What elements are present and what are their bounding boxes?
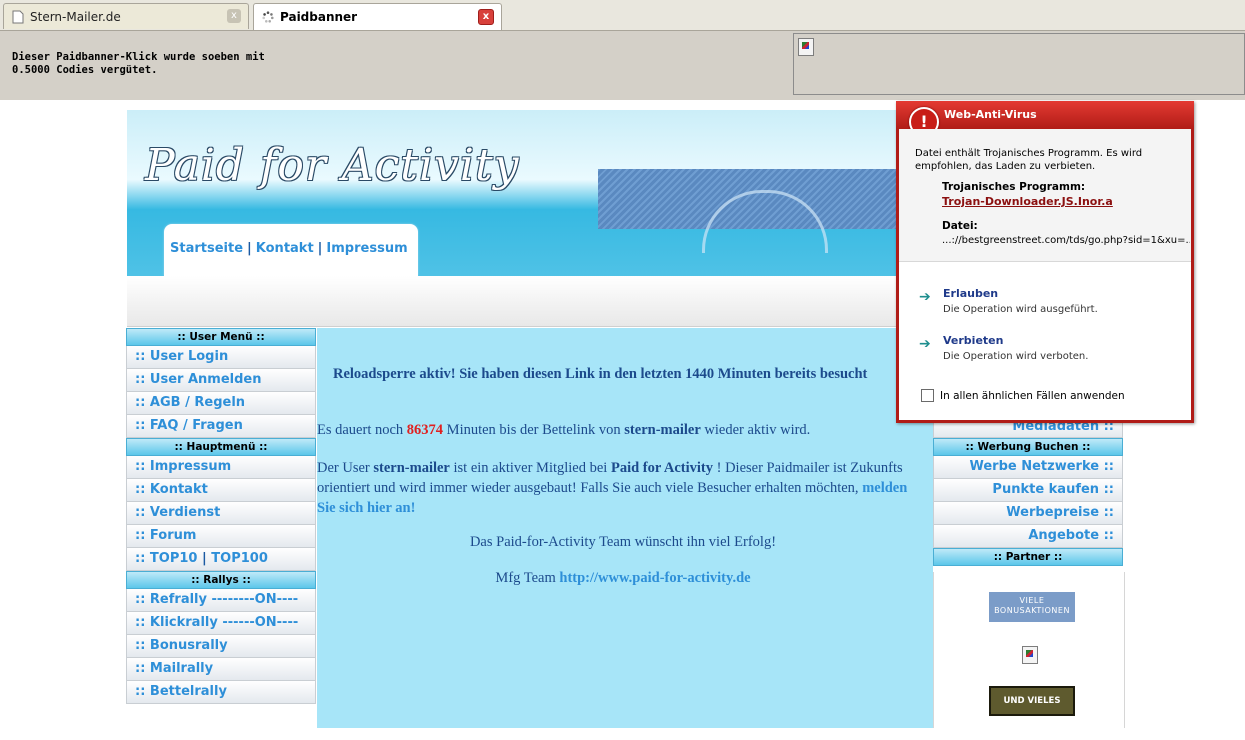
file-path: ...://bestgreenstreet.com/tds/go.php?sid… xyxy=(942,235,1190,246)
message-line: 0.5000 Codies vergütet. xyxy=(12,64,158,76)
loading-spinner-icon xyxy=(262,11,274,23)
menu-top-lists: :: TOP10 | TOP100 xyxy=(126,548,316,571)
nav-separator: | xyxy=(247,241,252,256)
deny-title[interactable]: Verbieten xyxy=(943,334,1003,347)
site-header: Paid for Activity Startseite | Kontakt | Imp… xyxy=(127,110,897,276)
menu-werbe-netzwerke[interactable]: Werbe Netzwerke :: xyxy=(933,456,1123,479)
menu-top10-link[interactable]: :: TOP10 xyxy=(135,551,197,566)
username: stern-mailer xyxy=(373,460,450,476)
header-gray-bar xyxy=(127,276,897,327)
broken-image-icon xyxy=(798,38,814,56)
minutes-count: 86374 xyxy=(406,422,444,438)
banner-frame[interactable] xyxy=(793,33,1245,95)
nav-startseite-link[interactable]: Startseite xyxy=(170,241,243,256)
text: Minuten bis der Bettelink von xyxy=(446,422,621,438)
menu-verdienst[interactable]: :: Verdienst xyxy=(126,502,316,525)
threat-label: Trojanisches Programm: xyxy=(942,181,1086,193)
partner-banner-bonus[interactable]: VIELE BONUSAKTIONEN xyxy=(989,592,1075,622)
tab-close-icon[interactable]: x xyxy=(478,9,494,25)
menu-klickrally[interactable]: :: Klickrally ------ON---- xyxy=(126,612,316,635)
allow-description: Die Operation wird ausgeführt. xyxy=(943,304,1098,315)
left-menu: :: User Menü :: :: User Login :: User An… xyxy=(126,328,316,704)
site-logo[interactable]: Paid for Activity xyxy=(145,140,520,191)
text: Es dauert noch xyxy=(317,422,404,438)
tab-title: Paidbanner xyxy=(280,10,358,24)
menu-impressum[interactable]: :: Impressum xyxy=(126,456,316,479)
menu-angebote[interactable]: Angebote :: xyxy=(933,525,1123,548)
tab-paidbanner[interactable]: Paidbanner x xyxy=(253,3,502,30)
top-nav: Startseite | Kontakt | Impressum xyxy=(170,241,408,256)
main-menu-header: :: Hauptmenü :: xyxy=(126,438,316,456)
arrow-right-icon: ➔ xyxy=(919,336,931,352)
popup-title-bar: Web-Anti-Virus xyxy=(896,101,1194,129)
nav-tab: Startseite | Kontakt | Impressum xyxy=(164,224,418,276)
menu-forum[interactable]: :: Forum xyxy=(126,525,316,548)
nav-impressum-link[interactable]: Impressum xyxy=(326,241,407,256)
tab-title: Stern-Mailer.de xyxy=(30,9,121,24)
member-paragraph: Der User stern-mailer ist ein aktiver Mi… xyxy=(317,458,929,518)
menu-agb[interactable]: :: AGB / Regeln xyxy=(126,392,316,415)
threat-name-link[interactable]: Trojan-Downloader.JS.Inor.a xyxy=(942,195,1113,208)
user-menu-header: :: User Menü :: xyxy=(126,328,316,346)
right-menu: Mediadaten :: :: Werbung Buchen :: Werbe… xyxy=(933,417,1123,566)
team-wishes: Das Paid-for-Activity Team wünscht ihn v… xyxy=(469,534,777,550)
allow-title[interactable]: Erlauben xyxy=(943,287,998,300)
message-line: Dieser Paidbanner-Klick wurde soeben mit xyxy=(12,51,265,63)
menu-bonusrally[interactable]: :: Bonusrally xyxy=(126,635,316,658)
popup-details: Datei enthält Trojanisches Programm. Es … xyxy=(899,129,1191,262)
text: ist ein aktiver Mitglied bei xyxy=(453,460,608,476)
reload-lock-notice: Reloadsperre aktiv! Sie haben diesen Lin… xyxy=(333,366,868,382)
menu-separator: | xyxy=(202,551,207,566)
arrow-right-icon: ➔ xyxy=(919,289,931,305)
signature-line: Mfg Team http://www.paid-for-activity.de xyxy=(317,570,929,587)
menu-user-login[interactable]: :: User Login xyxy=(126,346,316,369)
menu-mailrally[interactable]: :: Mailrally xyxy=(126,658,316,681)
menu-user-register[interactable]: :: User Anmelden xyxy=(126,369,316,392)
partner-area: VIELE BONUSAKTIONEN UND VIELES MEHR! xyxy=(933,572,1125,732)
text: Der User xyxy=(317,460,370,476)
nav-separator: | xyxy=(317,241,323,256)
username: stern-mailer xyxy=(624,422,701,438)
menu-bettelrally[interactable]: :: Bettelrally xyxy=(126,681,316,704)
browser-tab-bar: Stern-Mailer.de x Paidbanner x xyxy=(0,0,1245,31)
apply-all-checkbox[interactable]: In allen ähnlichen Fällen anwenden xyxy=(921,389,1125,402)
nav-kontakt-link[interactable]: Kontakt xyxy=(256,241,314,256)
text: Mfg Team xyxy=(495,570,556,586)
werbung-header: :: Werbung Buchen :: xyxy=(933,438,1123,456)
page-icon xyxy=(12,10,24,23)
text: wieder aktiv wird. xyxy=(704,422,811,438)
menu-punkte-kaufen[interactable]: Punkte kaufen :: xyxy=(933,479,1123,502)
rallys-header: :: Rallys :: xyxy=(126,571,316,589)
deny-description: Die Operation wird verboten. xyxy=(943,351,1089,362)
menu-refrally[interactable]: :: Refrally --------ON---- xyxy=(126,589,316,612)
broken-image-icon[interactable] xyxy=(1022,646,1038,664)
partner-banner-more[interactable]: UND VIELES MEHR! xyxy=(989,686,1075,732)
tab-close-icon[interactable]: x xyxy=(227,9,241,23)
popup-title: Web-Anti-Virus xyxy=(944,108,1037,121)
menu-kontakt[interactable]: :: Kontakt xyxy=(126,479,316,502)
checkbox[interactable] xyxy=(921,389,934,402)
site-url-link[interactable]: http://www.paid-for-activity.de xyxy=(559,570,750,586)
threat-message: Datei enthält Trojanisches Programm. Es … xyxy=(915,148,1143,172)
partner-header: :: Partner :: xyxy=(933,548,1123,566)
tab-stern-mailer[interactable]: Stern-Mailer.de x xyxy=(3,3,249,29)
main-content: Reloadsperre aktiv! Sie haben diesen Lin… xyxy=(317,328,933,728)
checkbox-label: In allen ähnlichen Fällen anwenden xyxy=(940,389,1125,402)
paidbanner-info-frame: Dieser Paidbanner-Klick wurde soeben mit… xyxy=(0,31,1245,100)
anti-virus-popup: Web-Anti-Virus ! Datei enthält Trojanisc… xyxy=(896,101,1194,423)
menu-faq[interactable]: :: FAQ / Fragen xyxy=(126,415,316,438)
site-name: Paid for Activity xyxy=(610,460,713,476)
menu-werbepreise[interactable]: Werbepreise :: xyxy=(933,502,1123,525)
file-label: Datei: xyxy=(942,220,978,232)
paidbanner-message: Dieser Paidbanner-Klick wurde soeben mit… xyxy=(12,51,342,77)
countdown-paragraph: Es dauert noch 86374 Minuten bis der Bet… xyxy=(317,422,810,439)
menu-top100-link[interactable]: TOP100 xyxy=(211,551,268,566)
